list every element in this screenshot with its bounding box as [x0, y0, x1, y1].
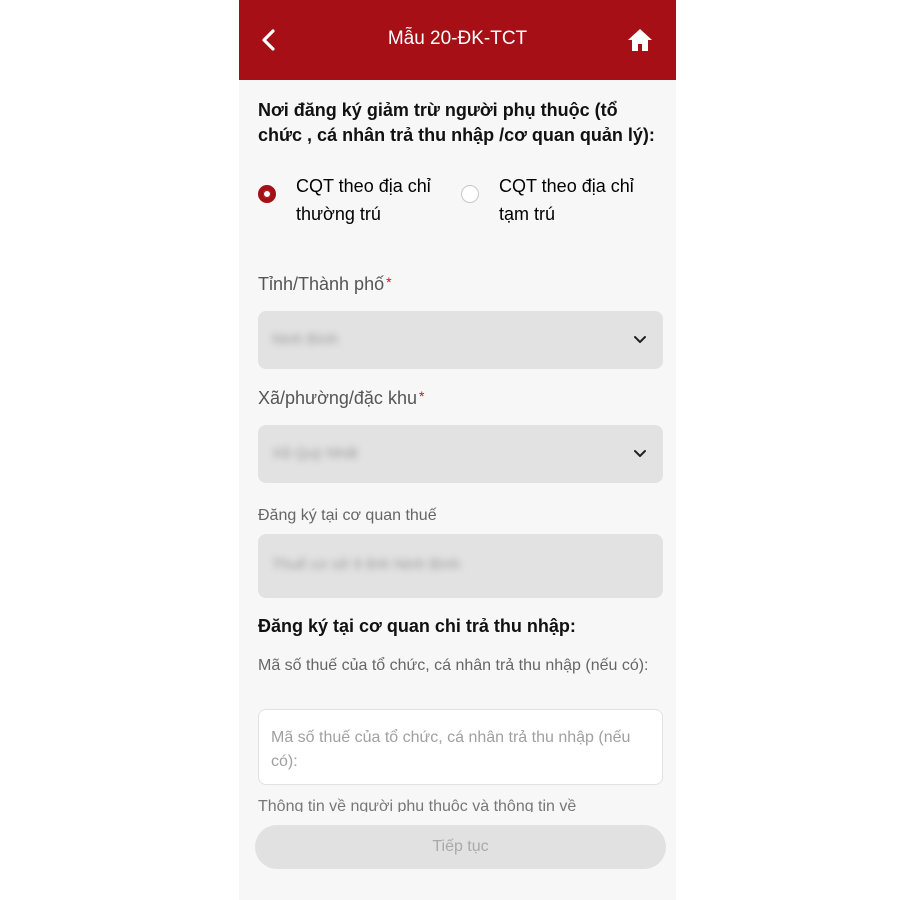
required-mark: * [418, 388, 425, 404]
place-heading: Nơi đăng ký giảm trừ người phụ thuộc (tổ… [258, 100, 655, 145]
province-label: Tỉnh/Thành phố * [258, 274, 392, 294]
form-content: Nơi đăng ký giảm trừ người phụ thuộc (tổ… [258, 98, 663, 785]
home-icon [628, 29, 652, 51]
radio-label: CQT theo địa chỉ tạm trú [499, 176, 634, 224]
phone-screen: Mẫu 20-ĐK-TCT Nơi đăng ký giảm trừ người… [239, 0, 676, 900]
tax-office-label: Đăng ký tại cơ quan thuế [258, 507, 437, 524]
province-value: Ninh Bình [272, 331, 338, 348]
continue-button[interactable]: Tiếp tục [255, 825, 666, 869]
payer-tax-label: Mã số thuế của tổ chức, cá nhân trả thu … [258, 657, 649, 674]
required-mark: * [386, 274, 392, 290]
header-bar: Mẫu 20-ĐK-TCT [239, 0, 676, 80]
ward-value: Xã Quỳ Nhất [272, 445, 358, 462]
payer-tax-input[interactable]: Mã số thuế của tổ chức, cá nhân trả thu … [258, 709, 663, 785]
radio-selected-icon [258, 185, 276, 203]
dependent-info-label: Thông tin về người phụ thuộc và thông ti… [258, 798, 577, 812]
payer-tax-placeholder: Mã số thuế của tổ chức, cá nhân trả thu … [271, 729, 631, 770]
home-button[interactable] [626, 26, 654, 54]
radio-unselected-icon [461, 185, 479, 203]
chevron-down-icon [634, 336, 646, 343]
payer-heading: Đăng ký tại cơ quan chi trả thu nhập: [258, 616, 576, 636]
ward-select[interactable]: Xã Quỳ Nhất [258, 425, 663, 483]
page-title: Mẫu 20-ĐK-TCT [387, 28, 528, 49]
ward-label: Xã/phường/đặc khu * [258, 388, 425, 408]
chevron-down-icon [634, 450, 646, 457]
radio-label: CQT theo địa chỉ thường trú [296, 176, 431, 224]
province-select[interactable]: Ninh Bình [258, 311, 663, 369]
registration-place-radio-group: CQT theo địa chỉ thường trú CQT theo địa… [258, 168, 662, 240]
tax-office-field: Thuế cơ sở 9 tỉnh Ninh Bình [258, 534, 663, 598]
tax-office-value: Thuế cơ sở 9 tỉnh Ninh Bình [272, 556, 461, 573]
